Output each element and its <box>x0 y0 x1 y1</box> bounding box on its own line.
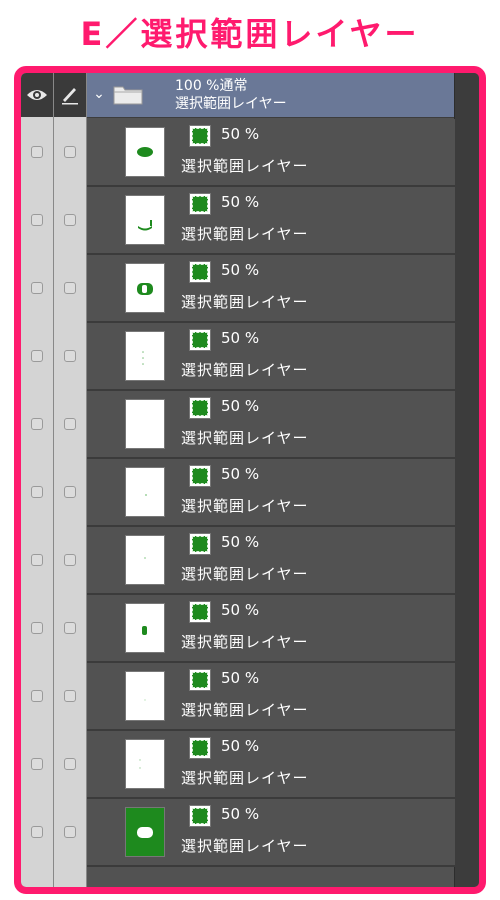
chevron-down-icon[interactable]: ⌄ <box>91 85 107 103</box>
selection-mask-icon <box>189 601 211 623</box>
layer-row[interactable]: 50 % 選択範囲レイヤー <box>87 459 455 527</box>
pen-icon <box>62 88 78 105</box>
visibility-checkbox[interactable] <box>31 758 43 770</box>
layer-opacity: 50 % <box>221 193 260 211</box>
selection-mask-icon <box>189 397 211 419</box>
layer-panel: ⌄ 100 %通常 選択範囲レイヤー 50 % 選択範囲レイヤー 50 % 選択範囲レ… <box>21 73 479 887</box>
selection-mask-icon <box>189 329 211 351</box>
layer-name: 選択範囲レイヤー <box>181 837 309 855</box>
edit-checkbox[interactable] <box>64 690 76 702</box>
layer-name: 選択範囲レイヤー <box>181 497 309 515</box>
edit-checkbox[interactable] <box>64 826 76 838</box>
layer-opacity: 50 % <box>221 533 260 551</box>
layer-thumbnail <box>125 739 165 789</box>
page-title: E／選択範囲レイヤー <box>80 15 420 53</box>
layer-opacity: 50 % <box>221 397 260 415</box>
visibility-checkbox[interactable] <box>31 826 43 838</box>
layer-opacity: 50 % <box>221 737 260 755</box>
layer-name: 選択範囲レイヤー <box>181 565 309 583</box>
layer-row[interactable]: 50 % 選択範囲レイヤー <box>87 595 455 663</box>
folder-row[interactable]: ⌄ 100 %通常 選択範囲レイヤー <box>87 73 455 118</box>
visibility-checkbox[interactable] <box>31 690 43 702</box>
layer-name: 選択範囲レイヤー <box>181 769 309 787</box>
edit-checkbox[interactable] <box>64 214 76 226</box>
scrollbar[interactable] <box>454 73 479 887</box>
visibility-checkbox[interactable] <box>31 486 43 498</box>
edit-checkbox[interactable] <box>64 418 76 430</box>
selection-mask-icon <box>189 737 211 759</box>
folder-opacity-blend: 100 %通常 <box>175 78 248 94</box>
visibility-checkbox[interactable] <box>31 350 43 362</box>
layer-opacity: 50 % <box>221 805 260 823</box>
selection-mask-icon <box>189 465 211 487</box>
selection-mask-icon <box>189 533 211 555</box>
selection-mask-icon <box>189 193 211 215</box>
layer-thumbnail <box>125 331 165 381</box>
layer-opacity: 50 % <box>221 125 260 143</box>
folder-name: 選択範囲レイヤー <box>175 96 287 112</box>
layer-name: 選択範囲レイヤー <box>181 361 309 379</box>
layer-opacity: 50 % <box>221 669 260 687</box>
eye-icon <box>27 90 47 100</box>
layer-thumbnail <box>125 807 165 857</box>
folder-icon <box>113 86 143 105</box>
visibility-checkbox[interactable] <box>31 622 43 634</box>
edit-checkbox[interactable] <box>64 758 76 770</box>
layer-row[interactable]: 50 % 選択範囲レイヤー <box>87 527 455 595</box>
layer-opacity: 50 % <box>221 329 260 347</box>
layer-thumbnail <box>125 535 165 585</box>
layer-panel-frame: ⌄ 100 %通常 選択範囲レイヤー 50 % 選択範囲レイヤー 50 % 選択範囲レ… <box>14 66 486 894</box>
layer-row[interactable]: 50 % 選択範囲レイヤー <box>87 663 455 731</box>
visibility-checkbox[interactable] <box>31 554 43 566</box>
selection-mask-icon <box>189 669 211 691</box>
layer-row[interactable]: 50 % 選択範囲レイヤー <box>87 391 455 459</box>
layer-name: 選択範囲レイヤー <box>181 225 309 243</box>
layer-name: 選択範囲レイヤー <box>181 157 309 175</box>
selection-mask-icon <box>189 125 211 147</box>
layer-thumbnail <box>125 603 165 653</box>
edit-checkbox[interactable] <box>64 282 76 294</box>
layer-name: 選択範囲レイヤー <box>181 701 309 719</box>
layer-row[interactable]: 50 % 選択範囲レイヤー <box>87 255 455 323</box>
layer-thumbnail <box>125 127 165 177</box>
layer-row[interactable]: 50 % 選択範囲レイヤー <box>87 323 455 391</box>
edit-header[interactable] <box>54 73 86 117</box>
layer-row[interactable]: 50 % 選択範囲レイヤー <box>87 731 455 799</box>
layer-thumbnail <box>125 467 165 517</box>
visibility-header[interactable] <box>21 73 53 117</box>
visibility-checkbox[interactable] <box>31 282 43 294</box>
visibility-checkbox[interactable] <box>31 146 43 158</box>
layer-name: 選択範囲レイヤー <box>181 293 309 311</box>
layer-opacity: 50 % <box>221 261 260 279</box>
layer-name: 選択範囲レイヤー <box>181 633 309 651</box>
layer-thumbnail <box>125 671 165 721</box>
selection-mask-icon <box>189 805 211 827</box>
edit-checkbox[interactable] <box>64 350 76 362</box>
layer-name: 選択範囲レイヤー <box>181 429 309 447</box>
edit-checkbox[interactable] <box>64 486 76 498</box>
layer-opacity: 50 % <box>221 601 260 619</box>
layer-row[interactable]: 50 % 選択範囲レイヤー <box>87 119 455 187</box>
layer-thumbnail <box>125 263 165 313</box>
visibility-checkbox[interactable] <box>31 418 43 430</box>
edit-checkbox[interactable] <box>64 622 76 634</box>
layer-opacity: 50 % <box>221 465 260 483</box>
layer-thumbnail <box>125 195 165 245</box>
layer-row[interactable]: 50 % 選択範囲レイヤー <box>87 187 455 255</box>
layer-row[interactable]: 50 % 選択範囲レイヤー <box>87 799 455 867</box>
edit-checkbox[interactable] <box>64 146 76 158</box>
visibility-checkbox[interactable] <box>31 214 43 226</box>
layer-thumbnail <box>125 399 165 449</box>
selection-mask-icon <box>189 261 211 283</box>
edit-checkbox[interactable] <box>64 554 76 566</box>
